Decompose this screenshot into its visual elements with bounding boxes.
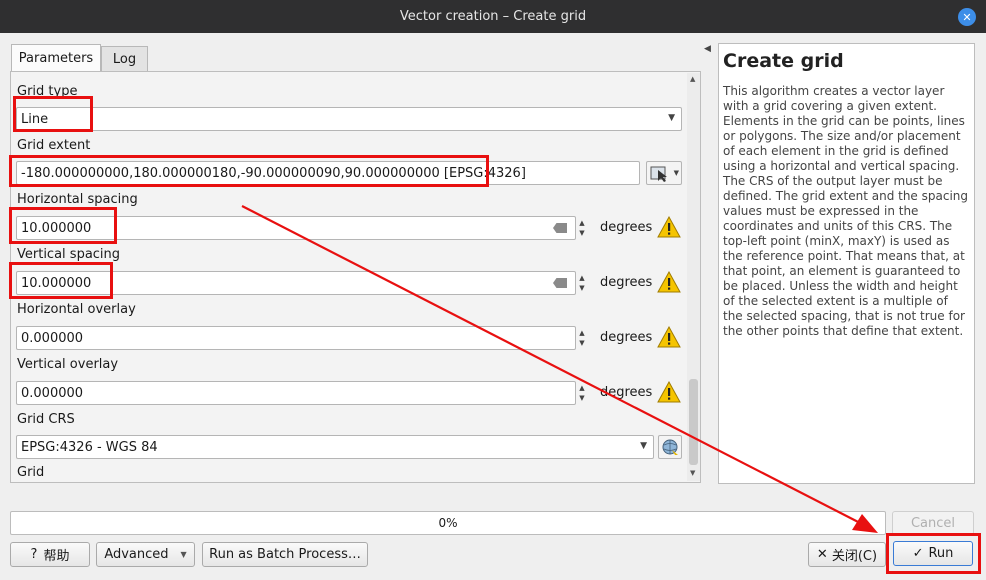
close-x-icon: ✕ — [816, 547, 828, 562]
map-cursor-icon — [650, 166, 667, 182]
vertical-overlay-input[interactable]: 0.000000 — [16, 381, 576, 405]
grid-crs-combo[interactable]: EPSG:4326 - WGS 84 ▼ — [16, 435, 654, 459]
tab-log-label: Log — [112, 52, 137, 67]
help-title: Create grid — [723, 50, 844, 72]
vertical-spacing-stepper[interactable]: ▲ ▼ — [576, 271, 588, 295]
horizontal-overlay-unit: degrees — [600, 330, 653, 345]
clear-icon[interactable] — [553, 278, 567, 288]
horizontal-overlay-value: 0.000000 — [21, 330, 84, 346]
window-title: Vector creation – Create grid — [399, 9, 587, 24]
warning-icon — [657, 381, 681, 403]
vertical-spacing-label: Vertical spacing — [17, 247, 121, 262]
horizontal-spacing-stepper[interactable]: ▲ ▼ — [576, 216, 588, 240]
grid-extent-value: -180.000000000,180.000000180,-90.0000000… — [21, 165, 526, 181]
advanced-button[interactable]: Advanced ▼ — [96, 542, 195, 567]
progress-bar: 0% — [10, 511, 886, 535]
help-text: This algorithm creates a vector layer wi… — [723, 84, 969, 338]
parameters-panel: Grid type Line ▼ Grid extent -180.000000… — [10, 71, 701, 483]
grid-crs-label: Grid CRS — [17, 412, 75, 427]
vertical-overlay-stepper[interactable]: ▲ ▼ — [576, 381, 588, 405]
progress-label: 0% — [438, 516, 458, 530]
cancel-label: Cancel — [910, 515, 956, 531]
help-button[interactable]: ? 帮助 — [10, 542, 90, 567]
collapse-help-icon[interactable]: ◀ — [704, 44, 711, 54]
chevron-down-icon: ▼ — [640, 441, 647, 451]
tab-parameters-label: Parameters — [18, 51, 94, 66]
cancel-button[interactable]: Cancel — [892, 511, 974, 535]
run-button-label: Run — [928, 546, 954, 561]
help-question-icon: ? — [30, 547, 38, 562]
grid-type-label: Grid type — [17, 84, 78, 99]
close-button[interactable]: ✕ 关闭(C) — [808, 542, 886, 567]
horizontal-spacing-unit: degrees — [600, 220, 653, 235]
tab-log[interactable]: Log — [101, 46, 148, 72]
run-batch-label: Run as Batch Process… — [209, 547, 361, 562]
warning-icon — [657, 271, 681, 293]
help-panel: Create grid This algorithm creates a vec… — [718, 43, 975, 484]
close-icon[interactable]: ✕ — [958, 8, 976, 26]
horizontal-overlay-input[interactable]: 0.000000 — [16, 326, 576, 350]
vertical-spacing-value: 10.000000 — [21, 275, 92, 291]
vertical-overlay-value: 0.000000 — [21, 385, 84, 401]
run-button[interactable]: ✓ Run — [893, 541, 973, 566]
vertical-overlay-label: Vertical overlay — [17, 357, 119, 372]
crs-select-button[interactable] — [658, 435, 682, 459]
parameters-scrollbar[interactable]: ▲ ▼ — [687, 73, 700, 481]
run-batch-button[interactable]: Run as Batch Process… — [202, 542, 368, 567]
extent-select-button[interactable]: ▼ — [646, 161, 682, 185]
checkmark-icon: ✓ — [912, 546, 924, 561]
scroll-up-icon[interactable]: ▲ — [690, 75, 695, 83]
window-titlebar: Vector creation – Create grid ✕ — [0, 0, 986, 33]
chevron-down-icon: ▼ — [673, 169, 679, 177]
scroll-down-icon[interactable]: ▼ — [690, 469, 695, 477]
globe-icon — [662, 439, 678, 455]
close-button-label: 关闭(C) — [831, 549, 878, 564]
warning-icon — [657, 326, 681, 348]
clear-icon[interactable] — [553, 223, 567, 233]
advanced-label: Advanced — [104, 547, 169, 562]
horizontal-spacing-value: 10.000000 — [21, 220, 92, 236]
warning-icon — [657, 216, 681, 238]
chevron-down-icon: ▼ — [668, 113, 675, 123]
grid-crs-value: EPSG:4326 - WGS 84 — [21, 439, 158, 455]
horizontal-overlay-label: Horizontal overlay — [17, 302, 136, 317]
horizontal-spacing-input[interactable]: 10.000000 — [16, 216, 576, 240]
horizontal-overlay-stepper[interactable]: ▲ ▼ — [576, 326, 588, 350]
grid-extent-label: Grid extent — [17, 138, 91, 153]
vertical-spacing-input[interactable]: 10.000000 — [16, 271, 576, 295]
horizontal-spacing-label: Horizontal spacing — [17, 192, 138, 207]
tab-parameters[interactable]: Parameters — [11, 44, 101, 72]
scrollbar-thumb[interactable] — [689, 379, 698, 465]
grid-type-combo[interactable]: Line ▼ — [16, 107, 682, 131]
grid-output-label: Grid — [17, 465, 45, 480]
grid-type-value: Line — [21, 111, 49, 127]
grid-extent-input[interactable]: -180.000000000,180.000000180,-90.0000000… — [16, 161, 640, 185]
vertical-overlay-unit: degrees — [600, 385, 653, 400]
help-button-label: 帮助 — [43, 549, 70, 564]
chevron-down-icon: ▼ — [180, 550, 187, 559]
vertical-spacing-unit: degrees — [600, 275, 653, 290]
